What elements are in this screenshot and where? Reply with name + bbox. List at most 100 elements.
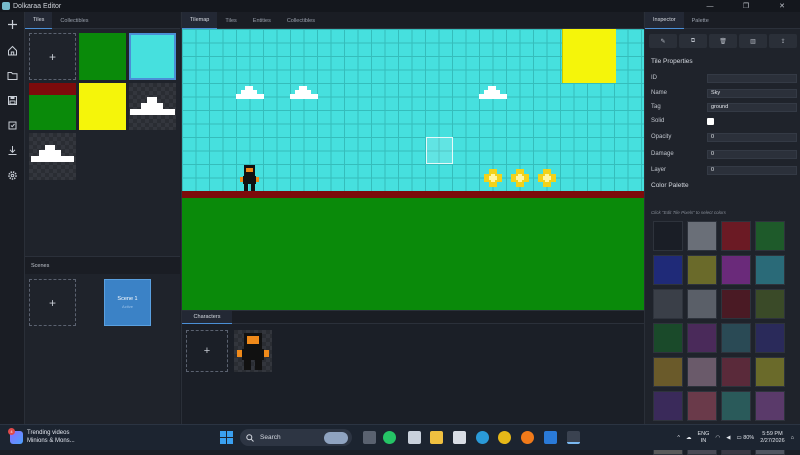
home-icon[interactable] xyxy=(4,42,20,58)
add-scene-button[interactable]: + xyxy=(29,279,76,326)
folder-icon[interactable] xyxy=(4,67,20,83)
palette-swatch[interactable] xyxy=(721,255,751,285)
vscode-icon[interactable] xyxy=(544,431,557,444)
save-icon[interactable] xyxy=(4,92,20,108)
pencil-icon[interactable]: ✎ xyxy=(649,34,677,48)
palette-swatch[interactable] xyxy=(755,289,785,319)
tile-cloud[interactable] xyxy=(129,83,176,130)
taskbar-search[interactable]: Search xyxy=(240,429,352,446)
palette-hint: Click "Edit Tile Pixels" to select color… xyxy=(651,210,726,215)
solid-checkbox[interactable] xyxy=(707,117,714,125)
palette-swatch[interactable] xyxy=(687,357,717,387)
palette-swatch[interactable] xyxy=(653,221,683,251)
palette-swatch[interactable] xyxy=(721,323,751,353)
prop-opacity: Opacity 0 xyxy=(651,132,797,142)
minimize-button[interactable]: — xyxy=(692,0,728,12)
palette-swatch[interactable] xyxy=(755,221,785,251)
download-icon[interactable] xyxy=(4,142,20,158)
palette-swatch[interactable] xyxy=(721,357,751,387)
palette-swatch[interactable] xyxy=(653,391,683,421)
prop-layer-field[interactable]: 0 xyxy=(707,165,797,175)
new-icon[interactable] xyxy=(4,16,20,32)
widgets-button[interactable]: 4 Trending videos Minions & Mons... xyxy=(8,427,75,445)
prop-solid-label: Solid xyxy=(651,118,665,124)
palette-swatch[interactable] xyxy=(653,289,683,319)
color-palette-title: Color Palette xyxy=(651,182,689,189)
add-character-button[interactable]: + xyxy=(186,330,228,372)
layers-icon[interactable]: ▥ xyxy=(739,34,767,48)
tab-palette[interactable]: Palette xyxy=(684,12,717,29)
tray-chevron-icon[interactable]: ^ xyxy=(677,435,680,442)
tab-collectibles[interactable]: Collectibles xyxy=(52,12,96,29)
palette-swatch[interactable] xyxy=(687,391,717,421)
active-app-icon[interactable] xyxy=(567,431,580,444)
chrome-icon[interactable] xyxy=(498,431,511,444)
tab-tiles-editor[interactable]: Tiles xyxy=(217,12,244,29)
prop-id-label: ID xyxy=(651,75,657,81)
close-button[interactable]: ✕ xyxy=(764,0,800,12)
palette-swatch[interactable] xyxy=(721,221,751,251)
tab-inspector[interactable]: Inspector xyxy=(645,12,684,29)
tab-collectibles-editor[interactable]: Collectibles xyxy=(279,12,323,29)
palette-swatch[interactable] xyxy=(755,357,785,387)
firefox-icon[interactable] xyxy=(521,431,534,444)
editor-tabs: Tilemap Tiles Entities Collectibles xyxy=(182,12,643,29)
window-controls: — ❐ ✕ xyxy=(692,0,800,12)
add-scene-plus: + xyxy=(48,295,56,310)
tile-cloud-small[interactable] xyxy=(29,133,76,180)
prop-damage-field[interactable]: 0 xyxy=(707,149,797,159)
clock[interactable]: 5:59 PM 2/27/2026 xyxy=(760,431,784,445)
palette-swatch[interactable] xyxy=(687,323,717,353)
language-indicator[interactable]: ENG IN xyxy=(697,431,709,445)
wifi-icon[interactable]: ◠ xyxy=(715,435,720,442)
palette-swatch[interactable] xyxy=(653,255,683,285)
palette-swatch[interactable] xyxy=(721,391,751,421)
battery-indicator[interactable]: ▭ 80% xyxy=(736,435,754,442)
player-character[interactable] xyxy=(240,165,260,191)
export-icon[interactable]: ⇪ xyxy=(769,34,797,48)
save-as-icon[interactable] xyxy=(4,117,20,133)
tab-entities[interactable]: Entities xyxy=(245,12,279,29)
prop-name-field[interactable]: Sky xyxy=(707,88,797,98)
trash-icon[interactable]: 🗑 xyxy=(709,34,737,48)
notes-icon[interactable] xyxy=(408,431,421,444)
volume-icon[interactable]: ◀ xyxy=(726,435,730,442)
assets-panel: Tiles Collectibles + Scenes + Scene 1 Ac… xyxy=(25,12,180,424)
tab-characters[interactable]: Characters xyxy=(182,311,232,324)
notifications-icon[interactable]: ⌂ xyxy=(791,435,794,442)
palette-swatch[interactable] xyxy=(687,255,717,285)
tile-sky[interactable] xyxy=(129,33,176,80)
palette-swatch[interactable] xyxy=(755,323,785,353)
add-tile-button[interactable]: + xyxy=(29,33,76,80)
palette-swatch[interactable] xyxy=(687,289,717,319)
inspector-tabs: Inspector Palette xyxy=(645,12,800,29)
tilemap-canvas[interactable] xyxy=(182,29,644,310)
search-label: Search xyxy=(260,434,281,441)
tile-sun[interactable] xyxy=(79,83,126,130)
settings-gear-icon[interactable] xyxy=(4,167,20,183)
prop-tag-field[interactable]: ground xyxy=(707,102,797,112)
windows-start-icon[interactable] xyxy=(220,431,233,444)
file-explorer-icon[interactable] xyxy=(430,431,443,444)
palette-swatch[interactable] xyxy=(653,323,683,353)
tab-tiles[interactable]: Tiles xyxy=(25,12,53,29)
tab-tilemap[interactable]: Tilemap xyxy=(182,12,218,29)
cloud-icon[interactable]: ☁ xyxy=(686,435,692,442)
prop-id-field[interactable] xyxy=(707,73,797,83)
maximize-button[interactable]: ❐ xyxy=(728,0,764,12)
tile-ground[interactable] xyxy=(29,83,76,130)
edge-icon[interactable] xyxy=(476,431,489,444)
palette-swatch[interactable] xyxy=(721,289,751,319)
task-view-icon[interactable] xyxy=(363,431,376,444)
palette-swatch[interactable] xyxy=(687,221,717,251)
palette-swatch[interactable] xyxy=(755,255,785,285)
scene-card[interactable]: Scene 1 Active xyxy=(104,279,151,326)
tile-grass[interactable] xyxy=(79,33,126,80)
copy-icon[interactable]: ⧉ xyxy=(679,34,707,48)
character-thumbnail[interactable] xyxy=(234,330,272,372)
prop-opacity-field[interactable]: 0 xyxy=(707,132,797,142)
store-icon[interactable] xyxy=(453,431,466,444)
whatsapp-icon[interactable] xyxy=(383,431,396,444)
palette-swatch[interactable] xyxy=(755,391,785,421)
palette-swatch[interactable] xyxy=(653,357,683,387)
